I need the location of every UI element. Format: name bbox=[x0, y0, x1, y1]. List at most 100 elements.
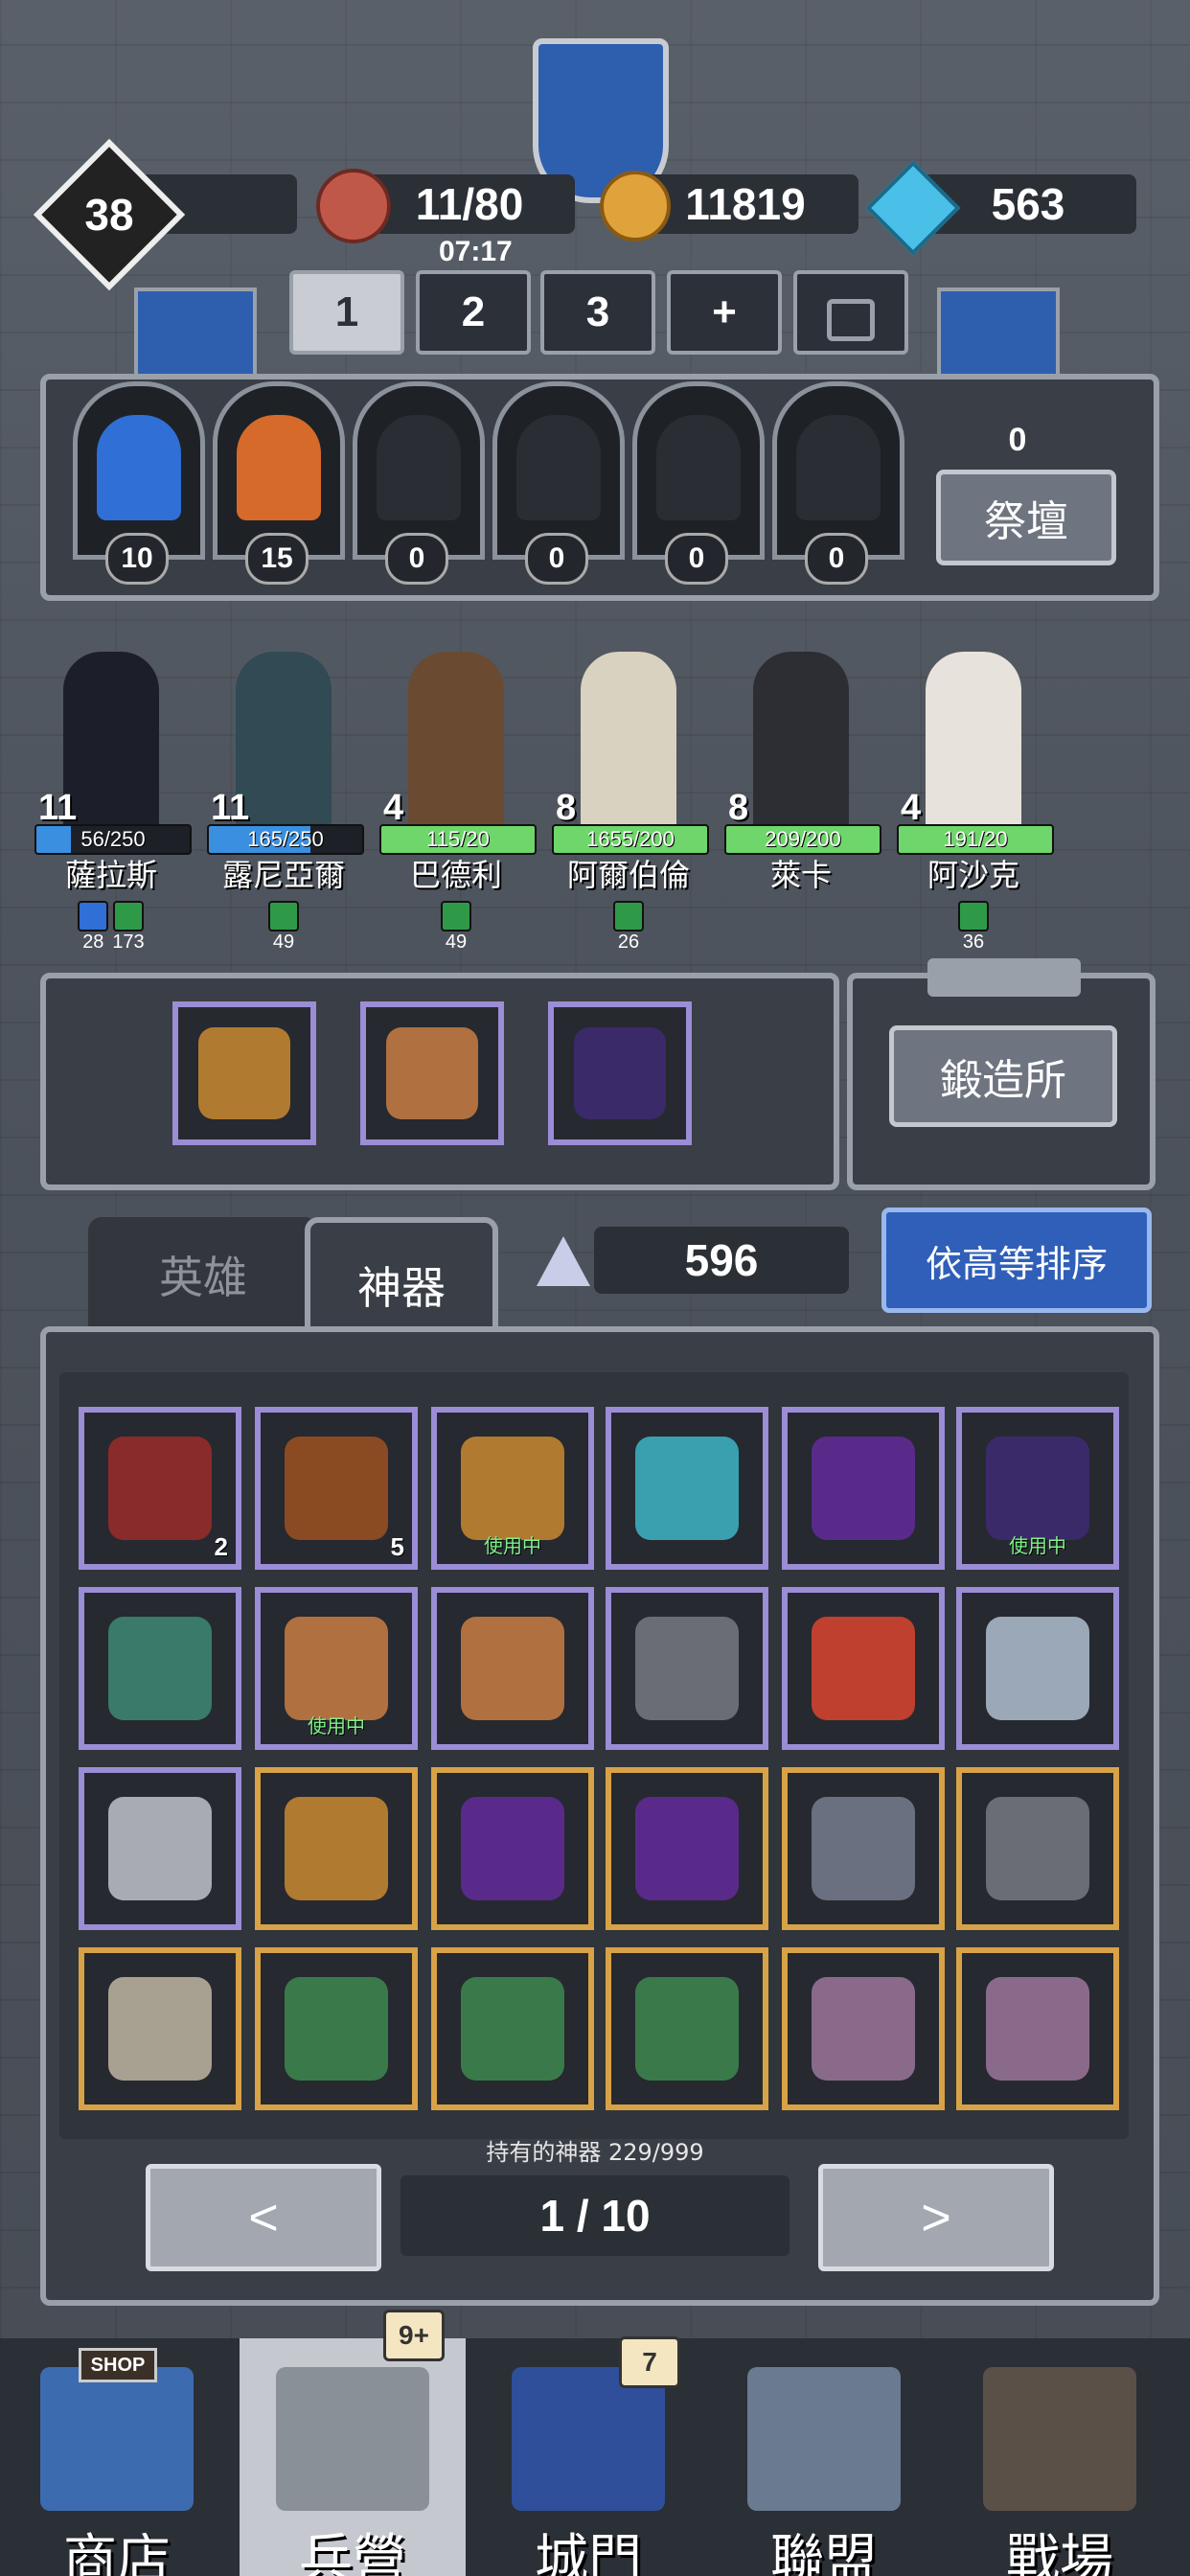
artifact-slot[interactable] bbox=[782, 1587, 945, 1750]
shard-icon bbox=[537, 1236, 590, 1286]
artifact-slot[interactable] bbox=[255, 1767, 418, 1930]
team-1-button[interactable]: 1 bbox=[289, 270, 404, 355]
alliance-icon bbox=[747, 2367, 901, 2511]
artifact-slot[interactable] bbox=[782, 1767, 945, 1930]
shard-counter: 596 bbox=[594, 1227, 849, 1294]
spyglass-icon bbox=[461, 1437, 564, 1540]
nav-alliance[interactable]: 聯盟 bbox=[711, 2338, 937, 2576]
stat-value: 49 bbox=[445, 932, 468, 953]
artifact-count: 5 bbox=[390, 1532, 404, 1561]
owned-artifacts-count: 持有的神器 229/999 bbox=[486, 2139, 704, 2166]
scepter-icon bbox=[461, 1617, 564, 1720]
nav-label: 聯盟 bbox=[770, 2529, 878, 2576]
spyglass-icon bbox=[198, 1027, 290, 1119]
artifact-slot[interactable] bbox=[606, 1767, 768, 1930]
artifact-slot[interactable] bbox=[79, 1587, 241, 1750]
artifact-slot[interactable] bbox=[606, 1587, 768, 1750]
artifact-slot[interactable]: 使用中 bbox=[431, 1407, 594, 1570]
artifact-slot[interactable] bbox=[956, 1947, 1119, 2110]
nav-shop[interactable]: SHOP 商店 bbox=[4, 2338, 230, 2576]
sword-icon bbox=[812, 1977, 915, 2081]
hero-name: 阿沙克 bbox=[927, 857, 1019, 893]
mask-icon bbox=[986, 1437, 1089, 1540]
artifact-slot[interactable] bbox=[782, 1407, 945, 1570]
equipped-slot-2[interactable] bbox=[360, 1001, 504, 1145]
artifact-slot[interactable] bbox=[606, 1947, 768, 2110]
stat-value: 173 bbox=[112, 932, 145, 953]
nav-label: 城門 bbox=[535, 2529, 642, 2576]
hero-hp-text: 1655/200 bbox=[586, 827, 675, 851]
hero-level: 8 bbox=[556, 788, 577, 828]
gold-value: 11819 bbox=[685, 179, 806, 229]
stat-value: 49 bbox=[272, 932, 295, 953]
notification-badge: 7 bbox=[619, 2336, 680, 2388]
prev-page-button[interactable]: < bbox=[146, 2164, 381, 2271]
hero-card[interactable]: 11 56/250 薩拉斯 28 173 bbox=[25, 632, 197, 958]
hero-stat: 36 bbox=[958, 901, 989, 954]
equipped-slot-3[interactable] bbox=[548, 1001, 692, 1145]
artifact-slot[interactable] bbox=[431, 1947, 594, 2110]
artifact-slot[interactable] bbox=[79, 1767, 241, 1930]
artifact-slot[interactable] bbox=[255, 1947, 418, 2110]
team-2-button[interactable]: 2 bbox=[416, 270, 531, 355]
equipped-slot-1[interactable] bbox=[172, 1001, 316, 1145]
stat-value: 28 bbox=[82, 932, 104, 953]
hero-card[interactable]: 8 209/200 萊卡 bbox=[715, 632, 887, 958]
crown-icon bbox=[812, 1617, 915, 1720]
artifact-slot[interactable] bbox=[956, 1587, 1119, 1750]
book-icon bbox=[635, 1617, 739, 1720]
altar-count-5: 0 bbox=[665, 533, 728, 585]
hero-card[interactable]: 11 165/250 露尼亞爾 49 bbox=[197, 632, 370, 958]
hero-hp-text: 191/20 bbox=[943, 827, 1008, 851]
horn-icon bbox=[108, 1977, 212, 2081]
in-use-label: 使用中 bbox=[1009, 1534, 1066, 1557]
artifact-slot[interactable] bbox=[431, 1587, 594, 1750]
stat-icon bbox=[268, 901, 299, 932]
nav-label: 兵營 bbox=[299, 2529, 406, 2576]
banner-right bbox=[937, 288, 1060, 381]
team-3-button[interactable]: 3 bbox=[540, 270, 655, 355]
sword-icon bbox=[986, 1977, 1089, 2081]
fire-demon-icon bbox=[237, 415, 321, 520]
artifact-slot[interactable] bbox=[956, 1767, 1119, 1930]
hammer-icon bbox=[927, 958, 1081, 997]
sort-button[interactable]: 依高等排序 bbox=[881, 1208, 1152, 1313]
scepter-icon bbox=[285, 1617, 388, 1720]
locked-team-button[interactable] bbox=[793, 270, 908, 355]
tab-heroes[interactable]: 英雄 bbox=[88, 1217, 318, 1332]
nav-barracks[interactable]: 9+ 兵營 bbox=[240, 2310, 466, 2576]
hero-level: 4 bbox=[901, 788, 922, 828]
artifact-slot[interactable] bbox=[431, 1767, 594, 1930]
artifact-slot[interactable]: 2 bbox=[79, 1407, 241, 1570]
locked-statue-icon bbox=[516, 415, 601, 520]
hero-stats: 49 bbox=[197, 901, 370, 954]
hero-card[interactable]: 8 1655/200 阿爾伯倫 26 bbox=[542, 632, 715, 958]
hero-card[interactable]: 4 191/20 阿沙克 36 bbox=[887, 632, 1060, 958]
artifact-slot[interactable] bbox=[79, 1947, 241, 2110]
hero-stat: 26 bbox=[613, 901, 644, 954]
shop-sign: SHOP bbox=[79, 2348, 157, 2382]
food-timer: 07:17 bbox=[439, 236, 513, 267]
hero-sprite bbox=[236, 652, 332, 843]
add-team-button[interactable]: + bbox=[667, 270, 782, 355]
next-page-button[interactable]: > bbox=[818, 2164, 1054, 2271]
artifact-slot[interactable]: 5 bbox=[255, 1407, 418, 1570]
hero-sprite bbox=[581, 652, 676, 843]
hero-level: 4 bbox=[383, 788, 404, 828]
gem-value: 563 bbox=[991, 179, 1065, 229]
artifact-slot[interactable]: 使用中 bbox=[956, 1407, 1119, 1570]
in-use-label: 使用中 bbox=[484, 1534, 541, 1557]
artifact-slot[interactable]: 使用中 bbox=[255, 1587, 418, 1750]
altar-button[interactable]: 祭壇 bbox=[936, 470, 1116, 565]
food-counter[interactable]: 11/80 bbox=[364, 174, 575, 234]
artifact-slot[interactable] bbox=[606, 1407, 768, 1570]
notification-badge: 9+ bbox=[383, 2310, 445, 2361]
nav-gate[interactable]: 7 城門 bbox=[475, 2336, 701, 2576]
hero-card[interactable]: 4 115/20 巴德利 49 bbox=[370, 632, 542, 958]
locked-statue-icon bbox=[377, 415, 461, 520]
artifact-slot[interactable] bbox=[782, 1947, 945, 2110]
hero-sprite bbox=[63, 652, 159, 843]
meat-icon bbox=[316, 169, 391, 243]
nav-battlefield[interactable]: 戰場 bbox=[947, 2338, 1173, 2576]
forge-button[interactable]: 鍛造所 bbox=[889, 1025, 1117, 1127]
